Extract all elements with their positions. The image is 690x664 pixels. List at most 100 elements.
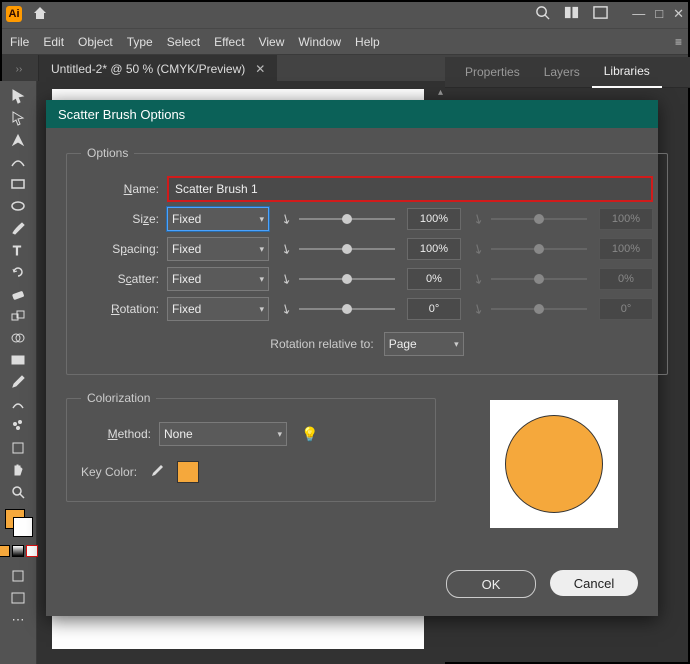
spacing-slider[interactable] xyxy=(299,248,395,250)
scatter-label: Scatter: xyxy=(81,272,167,286)
menu-select[interactable]: Select xyxy=(167,35,200,49)
artboard-tool-icon[interactable] xyxy=(5,437,31,458)
scroll-up-icon[interactable]: ▴ xyxy=(438,87,443,98)
spacing-link2-icon: ↘ xyxy=(468,239,487,258)
menu-bar: File Edit Object Type Select Effect View… xyxy=(0,28,690,55)
type-tool-icon[interactable]: T xyxy=(5,239,31,260)
search-icon[interactable] xyxy=(535,5,550,23)
toolbox-header[interactable]: ›› xyxy=(0,55,39,83)
menu-object[interactable]: Object xyxy=(78,35,113,49)
dialog-title[interactable]: Scatter Brush Options xyxy=(46,100,658,128)
stroke-swatch[interactable] xyxy=(13,517,33,537)
method-label: Method: xyxy=(81,427,159,441)
tab-properties[interactable]: Properties xyxy=(453,57,532,87)
curvature-tool-icon[interactable] xyxy=(5,151,31,172)
right-panel: ≡ Properties Layers Libraries xyxy=(445,57,690,88)
scale-tool-icon[interactable] xyxy=(5,305,31,326)
tab-layers[interactable]: Layers xyxy=(532,57,592,87)
size-value2: 100% xyxy=(599,208,653,230)
spacing-value[interactable]: 100% xyxy=(407,238,461,260)
screen-mode-tool-icon[interactable] xyxy=(5,587,31,608)
keycolor-eyedropper-icon[interactable] xyxy=(149,463,165,482)
keycolor-swatch[interactable] xyxy=(177,461,199,483)
arrange-docs-icon[interactable] xyxy=(564,5,579,23)
menu-file[interactable]: File xyxy=(10,35,29,49)
rotation-slider[interactable] xyxy=(299,308,395,310)
eyedropper-tool-icon[interactable] xyxy=(5,371,31,392)
rotation-slider2 xyxy=(491,308,587,310)
menu-view[interactable]: View xyxy=(259,35,285,49)
direct-selection-tool-icon[interactable] xyxy=(5,107,31,128)
scatter-value[interactable]: 0% xyxy=(407,268,461,290)
paintbrush-tool-icon[interactable] xyxy=(5,217,31,238)
spacing-value2: 100% xyxy=(599,238,653,260)
eraser-tool-icon[interactable] xyxy=(5,283,31,304)
rectangle-tool-icon[interactable] xyxy=(5,173,31,194)
toolbox: T ⋯ xyxy=(0,81,37,664)
name-input[interactable] xyxy=(167,176,653,202)
color-mode-swatches[interactable] xyxy=(0,545,38,557)
tab-libraries[interactable]: Libraries xyxy=(592,56,662,88)
rotate-tool-icon[interactable] xyxy=(5,261,31,282)
hand-tool-icon[interactable] xyxy=(5,459,31,480)
brush-preview-shape xyxy=(505,415,603,513)
menu-edit[interactable]: Edit xyxy=(43,35,64,49)
menu-type[interactable]: Type xyxy=(127,35,153,49)
symbol-sprayer-tool-icon[interactable] xyxy=(5,415,31,436)
scatter-slider[interactable] xyxy=(299,278,395,280)
name-label: Name: xyxy=(81,182,167,196)
rotation-relative-select[interactable]: Page▾ xyxy=(384,332,464,356)
menu-window[interactable]: Window xyxy=(298,35,341,49)
size-mode-select[interactable]: Fixed▾ xyxy=(167,207,269,231)
selection-tool-icon[interactable] xyxy=(5,85,31,106)
menu-help[interactable]: Help xyxy=(355,35,380,49)
menu-effect[interactable]: Effect xyxy=(214,35,244,49)
home-icon[interactable] xyxy=(32,5,48,24)
close-tab-icon[interactable]: ✕ xyxy=(255,62,265,76)
screen-mode-icon[interactable] xyxy=(593,5,608,23)
edit-toolbar-icon[interactable]: ⋯ xyxy=(5,609,31,630)
spacing-slider2 xyxy=(491,248,587,250)
size-slider[interactable] xyxy=(299,218,395,220)
draw-mode-icon[interactable] xyxy=(5,565,31,586)
ok-button[interactable]: OK xyxy=(446,570,536,598)
colorization-legend: Colorization xyxy=(81,391,156,405)
rotation-value2: 0° xyxy=(599,298,653,320)
close-button[interactable]: ✕ xyxy=(673,6,684,22)
cancel-button[interactable]: Cancel xyxy=(550,570,638,596)
minimize-button[interactable]: — xyxy=(632,6,645,22)
panel-menu-icon[interactable]: ≡ xyxy=(675,35,682,49)
shape-builder-tool-icon[interactable] xyxy=(5,327,31,348)
gradient-tool-icon[interactable] xyxy=(5,349,31,370)
document-tab[interactable]: Untitled-2* @ 50 % (CMYK/Preview) ✕ xyxy=(39,55,277,83)
scatter-link-icon[interactable]: ↘ xyxy=(276,269,295,288)
app-logo: Ai xyxy=(6,6,22,22)
size-slider2 xyxy=(491,218,587,220)
brush-preview xyxy=(490,400,618,528)
zoom-tool-icon[interactable] xyxy=(5,481,31,502)
titlebar: Ai — □ ✕ xyxy=(0,0,690,28)
svg-text:T: T xyxy=(13,243,21,258)
scatter-link2-icon: ↘ xyxy=(468,269,487,288)
size-link2-icon: ↘ xyxy=(468,209,487,228)
colorization-fieldset: Colorization Method: None▾ 💡 Key Color: xyxy=(66,391,436,502)
rotation-mode-select[interactable]: Fixed▾ xyxy=(167,297,269,321)
spacing-label: Spacing: xyxy=(81,242,167,256)
maximize-button[interactable]: □ xyxy=(655,6,663,22)
size-link-icon[interactable]: ↘ xyxy=(276,209,295,228)
ellipse-tool-icon[interactable] xyxy=(5,195,31,216)
size-label: Size: xyxy=(81,212,167,226)
pen-tool-icon[interactable] xyxy=(5,129,31,150)
blend-tool-icon[interactable] xyxy=(5,393,31,414)
spacing-mode-select[interactable]: Fixed▾ xyxy=(167,237,269,261)
rotation-link-icon[interactable]: ↘ xyxy=(276,299,295,318)
size-value[interactable]: 100% xyxy=(407,208,461,230)
rotation-value[interactable]: 0° xyxy=(407,298,461,320)
spacing-link-icon[interactable]: ↘ xyxy=(276,239,295,258)
tip-icon[interactable]: 💡 xyxy=(301,426,318,443)
scatter-mode-select[interactable]: Fixed▾ xyxy=(167,267,269,291)
scatter-value2: 0% xyxy=(599,268,653,290)
scatter-brush-options-dialog: Scatter Brush Options Options Name: Size… xyxy=(46,100,658,616)
keycolor-label: Key Color: xyxy=(81,465,137,479)
method-select[interactable]: None▾ xyxy=(159,422,287,446)
